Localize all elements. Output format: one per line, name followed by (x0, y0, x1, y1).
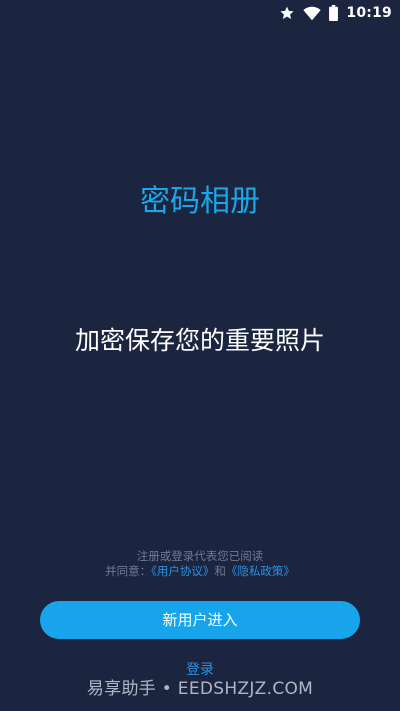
login-link[interactable]: 登录 (0, 660, 400, 680)
battery-icon (329, 5, 339, 21)
agreement-line-2: 并同意：《用户协议》和《隐私政策》 (0, 564, 400, 579)
app-title: 密码相册 (140, 184, 260, 219)
agreement-conjunction: 和 (214, 564, 226, 578)
agreement-prefix: 并同意： (105, 564, 152, 578)
status-time: 10:19 (346, 5, 392, 21)
star-icon (279, 5, 295, 21)
wifi-icon (303, 6, 322, 21)
new-user-button[interactable]: 新用户进入 (40, 601, 360, 639)
agreement-notice: 注册或登录代表您已阅读 并同意：《用户协议》和《隐私政策》 (0, 549, 400, 579)
user-agreement-link[interactable]: 《用户协议》 (151, 564, 214, 578)
app-tagline: 加密保存您的重要照片 (74, 326, 325, 355)
status-icons: 10:19 (279, 3, 392, 23)
agreement-line-1: 注册或登录代表您已阅读 (136, 549, 264, 563)
status-bar: 10:19 (0, 0, 400, 26)
privacy-policy-link[interactable]: 《隐私政策》 (226, 564, 295, 578)
watermark: 易享助手 • EEDSHZJZ.COM (86, 679, 314, 699)
